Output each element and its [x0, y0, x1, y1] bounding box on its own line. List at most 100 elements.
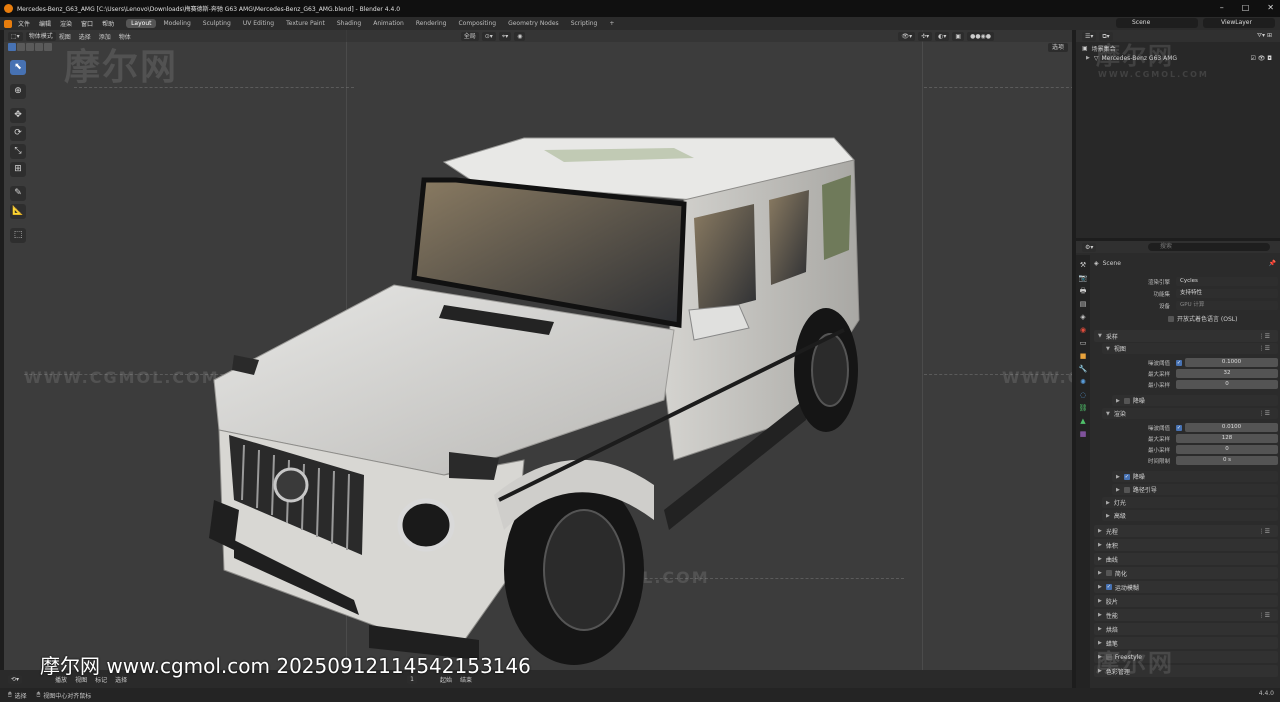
section-light-paths[interactable]: ▶ 光程 ⋮☰	[1094, 525, 1278, 537]
r-min-samples-field[interactable]: 0	[1176, 445, 1278, 454]
move-tool[interactable]: ✥	[10, 108, 26, 123]
list-icon[interactable]: ⋮☰	[1259, 333, 1270, 340]
editor-type-button[interactable]: ⬚▾	[8, 31, 23, 41]
tab-sculpting[interactable]: Sculpting	[198, 19, 236, 28]
scene-selector[interactable]: Scene	[1116, 18, 1198, 28]
orientation-selector[interactable]: 全局	[460, 31, 479, 41]
tab-layout[interactable]: Layout	[126, 19, 157, 28]
scale-tool[interactable]: ⤡	[10, 144, 26, 159]
select-mode-set-icon[interactable]	[8, 43, 16, 51]
subsection-lights[interactable]: ▶ 灯光	[1102, 497, 1278, 508]
modifier-tab-icon[interactable]: 🔧	[1079, 365, 1088, 374]
minimize-button[interactable]: –	[1220, 3, 1224, 12]
cursor-tool[interactable]: ⊕	[10, 84, 26, 99]
subsection-render[interactable]: ▼ 渲染 ⋮☰	[1102, 408, 1278, 419]
blender-menu-icon[interactable]	[4, 19, 12, 28]
gizmo-icon[interactable]: ✣▾	[918, 31, 933, 41]
menu-object[interactable]: 物体	[119, 32, 131, 41]
select-box-tool[interactable]: ⬉	[10, 60, 26, 75]
tab-scripting[interactable]: Scripting	[566, 19, 603, 28]
world-tab-icon[interactable]: ◉	[1079, 326, 1088, 335]
select-mode-invert-icon[interactable]	[35, 43, 43, 51]
r-max-samples-field[interactable]: 128	[1176, 434, 1278, 443]
tab-texture-paint[interactable]: Texture Paint	[281, 19, 330, 28]
3d-viewport[interactable]: 摩尔网 WWW.CGMOL.COM 摩尔网 WWW.CGMOL.COM WWW.…	[4, 30, 1072, 670]
visibility-icon[interactable]: 👁▾	[898, 31, 916, 41]
render-engine-dropdown[interactable]: Cycles	[1176, 277, 1278, 286]
texture-tab-icon[interactable]: ▦	[1079, 430, 1088, 439]
subsection-viewport[interactable]: ▼ 视图 ⋮☰	[1102, 343, 1278, 354]
menu-window[interactable]: 窗口	[81, 19, 93, 28]
measure-tool[interactable]: 📐	[10, 204, 26, 219]
render-tab-icon[interactable]: 📷	[1079, 274, 1088, 283]
pin-icon[interactable]: 📌	[1269, 260, 1276, 267]
scene-tab-icon[interactable]: ◈	[1079, 313, 1088, 322]
list-icon[interactable]: ⋮☰	[1259, 528, 1270, 535]
expand-icon[interactable]: ▶	[1086, 55, 1090, 61]
object-tab-icon[interactable]: ■	[1079, 352, 1088, 361]
subsection-advanced[interactable]: ▶ 高级	[1102, 510, 1278, 521]
shading-solid-icon[interactable]: ●●◉●	[967, 31, 995, 41]
tool-tab-icon[interactable]: ⚒	[1079, 261, 1088, 270]
section-volumes[interactable]: ▶ 体积	[1094, 539, 1278, 551]
xray-icon[interactable]: ▣	[952, 31, 965, 41]
menu-select[interactable]: 选择	[79, 32, 91, 41]
add-workspace-button[interactable]: +	[604, 19, 619, 28]
properties-editor-icon[interactable]: ⚙▾	[1082, 242, 1097, 252]
visibility-eye-icon[interactable]: ☑ 👁 ◘	[1250, 55, 1272, 62]
timeline-editor-button[interactable]: ⟲▾	[8, 674, 23, 684]
annotate-tool[interactable]: ✎	[10, 186, 26, 201]
close-button[interactable]: ✕	[1267, 3, 1274, 12]
menu-help[interactable]: 帮助	[102, 19, 114, 28]
add-cube-tool[interactable]: ⬚	[10, 228, 26, 243]
select-mode-intersect-icon[interactable]	[44, 43, 52, 51]
vehicle-model[interactable]	[194, 100, 874, 670]
select-mode-subtract-icon[interactable]	[26, 43, 34, 51]
section-sampling[interactable]: ▼ 采样 ⋮☰	[1094, 330, 1278, 342]
particles-tab-icon[interactable]: ✺	[1079, 378, 1088, 387]
outliner-editor-icon[interactable]: ☰▾	[1082, 31, 1097, 41]
simplify-checkbox[interactable]	[1105, 570, 1112, 576]
subsection-path-guiding[interactable]: ▶ 路径引导	[1112, 484, 1278, 495]
properties-search-input[interactable]: 搜索	[1148, 243, 1270, 251]
section-simplify[interactable]: ▶ 简化	[1094, 567, 1278, 579]
data-tab-icon[interactable]: ▲	[1079, 417, 1088, 426]
rotate-tool[interactable]: ⟳	[10, 126, 26, 141]
filter-icon[interactable]: ⛛▾ ⊞	[1257, 32, 1272, 40]
vp-max-samples-field[interactable]: 32	[1176, 369, 1278, 378]
section-curves[interactable]: ▶ 曲线	[1094, 553, 1278, 565]
subsection-denoise-render[interactable]: ▶ ✓ 降噪	[1112, 471, 1278, 482]
tab-geometry-nodes[interactable]: Geometry Nodes	[503, 19, 564, 28]
transform-tool[interactable]: ⊞	[10, 162, 26, 177]
view-layer-tab-icon[interactable]: ▤	[1079, 300, 1088, 309]
maximize-button[interactable]: □	[1242, 3, 1250, 12]
overlay-icon[interactable]: ◐▾	[935, 31, 950, 41]
device-dropdown[interactable]: GPU 计算	[1176, 301, 1278, 310]
options-dropdown[interactable]: 选项	[1048, 43, 1069, 52]
denoise-r-checkbox[interactable]: ✓	[1123, 473, 1130, 480]
tab-shading[interactable]: Shading	[332, 19, 366, 28]
denoise-vp-checkbox[interactable]	[1123, 397, 1130, 404]
pivot-icon[interactable]: ⊙▾	[481, 31, 496, 41]
list-icon[interactable]: ⋮☰	[1259, 410, 1270, 417]
tab-compositing[interactable]: Compositing	[453, 19, 501, 28]
physics-tab-icon[interactable]: ◌	[1079, 391, 1088, 400]
snap-icon[interactable]: ⌖▾	[498, 31, 512, 41]
section-bake[interactable]: ▶ 烘焙	[1094, 623, 1278, 635]
subsection-denoise-viewport[interactable]: ▶ 降噪	[1112, 395, 1278, 406]
osl-checkbox[interactable]	[1168, 315, 1174, 322]
menu-view[interactable]: 视图	[59, 32, 71, 41]
section-film[interactable]: ▶ 胶片	[1094, 595, 1278, 607]
r-noise-threshold-field[interactable]: 0.0100	[1185, 423, 1278, 432]
collection-tab-icon[interactable]: ▭	[1079, 339, 1088, 348]
tab-animation[interactable]: Animation	[368, 19, 409, 28]
tab-modeling[interactable]: Modeling	[158, 19, 195, 28]
proportional-edit-icon[interactable]: ◉	[514, 31, 526, 41]
list-icon[interactable]: ⋮☰	[1259, 345, 1270, 352]
menu-add[interactable]: 添加	[99, 32, 111, 41]
vp-min-samples-field[interactable]: 0	[1176, 380, 1278, 389]
list-icon[interactable]: ⋮☰	[1259, 612, 1270, 619]
path-guiding-checkbox[interactable]	[1123, 486, 1130, 493]
constraints-tab-icon[interactable]: ⛓	[1079, 404, 1088, 413]
outliner-panel[interactable]: ☰▾ ⧉▾ ⛛▾ ⊞ ▣ 场景集合 ▶ ▽ Mercedes-Benz G63 …	[1076, 30, 1280, 238]
